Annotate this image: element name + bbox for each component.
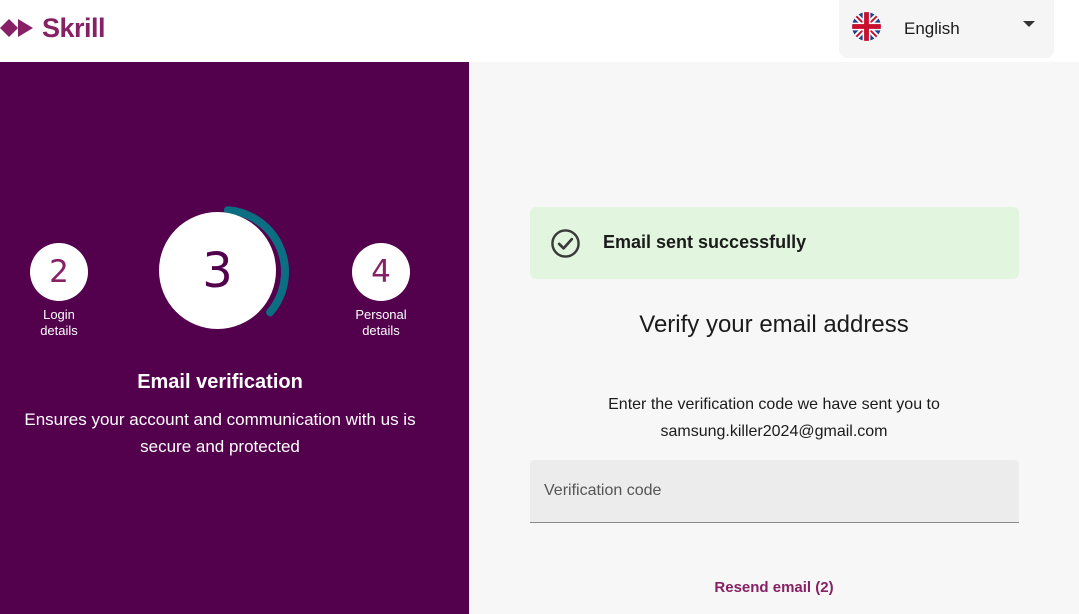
verification-code-field[interactable] (530, 460, 1019, 523)
resend-email-link[interactable]: Resend email (2) (469, 579, 1079, 596)
step-2-circle: 2 (30, 243, 88, 301)
email-address: samsung.killer2024@gmail.com (660, 423, 888, 440)
instruction-text: Enter the verification code we have sent… (469, 391, 1079, 445)
check-circle-icon (551, 229, 580, 258)
step-2-label-line2: details (40, 323, 78, 338)
logo-text: Skrill (42, 12, 106, 43)
step-4-circle: 4 (352, 243, 410, 301)
language-selector[interactable]: English (839, 0, 1054, 58)
skrill-logo[interactable]: Skrill (0, 12, 106, 44)
instruction-line: Enter the verification code we have sent… (608, 396, 940, 413)
chevron-down-icon (1023, 21, 1035, 27)
step-3-circle: 3 (159, 212, 276, 329)
language-label: English (904, 19, 960, 38)
step-2-label: Login details (14, 307, 104, 339)
skrill-logo-icon (0, 19, 33, 37)
step-description: Ensures your account and communication w… (24, 410, 416, 456)
success-alert: Email sent successfully (530, 207, 1019, 279)
step-2-label-line1: Login (43, 307, 75, 322)
page-title: Verify your email address (639, 311, 909, 338)
step-4-label: Personal details (336, 307, 426, 339)
top-bar: Skrill English (0, 0, 1079, 62)
step-4-label-line2: details (362, 323, 400, 338)
alert-text: Email sent successfully (603, 232, 807, 252)
current-step-indicator: 3 (155, 204, 291, 340)
uk-flag-icon (852, 12, 881, 41)
progress-panel: 2 Login details 3 4 Personal details Ema… (0, 62, 469, 614)
step-title: Email verification (137, 371, 303, 393)
verification-code-input[interactable] (530, 460, 1019, 522)
step-4-label-line1: Personal (355, 307, 407, 322)
verification-form: Email sent successfully Verify your emai… (469, 62, 1079, 614)
